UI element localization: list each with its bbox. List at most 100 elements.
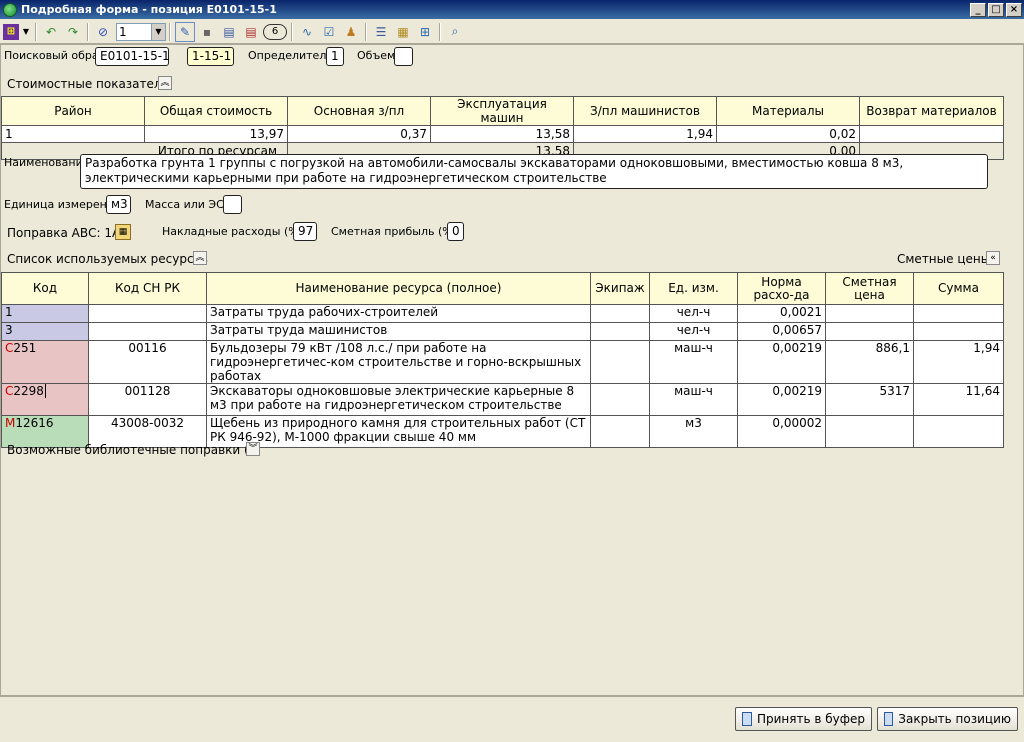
- res-col-name[interactable]: Наименование ресурса (полное): [206, 272, 591, 305]
- res-sum[interactable]: [913, 415, 1004, 448]
- pen-icon[interactable]: ✎: [175, 21, 195, 42]
- report-icon[interactable]: ▤: [241, 22, 261, 42]
- res-col-crew[interactable]: Экипаж: [590, 272, 650, 305]
- res-price[interactable]: 5317: [825, 383, 914, 416]
- res-norm[interactable]: 0,00219: [737, 383, 826, 416]
- res-crew[interactable]: [590, 322, 650, 341]
- res-crew[interactable]: [590, 304, 650, 323]
- tree-icon[interactable]: ⊞: [415, 22, 435, 42]
- res-code-cell[interactable]: 1: [1, 304, 89, 323]
- res-norm[interactable]: 0,00002: [737, 415, 826, 448]
- cost-cell-materials[interactable]: 0,02: [716, 125, 860, 143]
- res-crew[interactable]: [590, 415, 650, 448]
- res-price[interactable]: [825, 415, 914, 448]
- preview-icon[interactable]: ⌕: [445, 22, 465, 42]
- res-unit[interactable]: маш-ч: [649, 383, 738, 416]
- res-col-sum[interactable]: Сумма: [913, 272, 1004, 305]
- res-name[interactable]: Экскаваторы одноковшовые электрические к…: [206, 383, 591, 416]
- res-code-cell[interactable]: С2298: [1, 383, 89, 416]
- res-sn-code[interactable]: [88, 304, 207, 323]
- level-combo[interactable]: 1 ▼: [116, 22, 166, 41]
- checklist-icon[interactable]: ☑: [319, 22, 339, 42]
- cost-col-materials[interactable]: Материалы: [716, 96, 860, 126]
- cost-col-region[interactable]: Район: [1, 96, 145, 126]
- cost-cell-region[interactable]: 1: [1, 125, 145, 143]
- cost-cell-return[interactable]: [859, 125, 1004, 143]
- expand-down-icon[interactable]: ︾: [246, 442, 260, 456]
- res-code-cell[interactable]: 3: [1, 322, 89, 341]
- dropdown-arrow-icon[interactable]: ▼: [21, 22, 31, 42]
- compass-icon[interactable]: ⊘: [93, 22, 113, 42]
- format-icon[interactable]: ⊞: [3, 23, 19, 40]
- mass-field[interactable]: [223, 195, 242, 214]
- res-norm[interactable]: 0,00219: [737, 340, 826, 384]
- res-price[interactable]: [825, 304, 914, 323]
- res-crew[interactable]: [590, 340, 650, 384]
- determinant-field[interactable]: 1: [326, 47, 344, 66]
- res-name[interactable]: Затраты труда машинистов: [206, 322, 591, 341]
- res-price[interactable]: [825, 322, 914, 341]
- res-code-cell[interactable]: С251: [1, 340, 89, 384]
- collapse-up-icon[interactable]: ︽: [158, 76, 172, 90]
- search-field[interactable]: E0101-15-1: [95, 47, 170, 66]
- res-name[interactable]: Щебень из природного камня для строитель…: [206, 415, 591, 448]
- cost-col-return[interactable]: Возврат материалов: [859, 96, 1004, 126]
- res-norm[interactable]: 0,00657: [737, 322, 826, 341]
- table-row[interactable]: 1 Затраты труда рабочих-строителей чел-ч…: [1, 304, 1004, 323]
- users-icon[interactable]: ♟: [341, 22, 361, 42]
- res-sum[interactable]: [913, 304, 1004, 323]
- res-sum[interactable]: 1,94: [913, 340, 1004, 384]
- table-row[interactable]: С251 00116 Бульдозеры 79 кВт /108 л.с./ …: [1, 340, 1004, 384]
- formula-icon[interactable]: ∿: [297, 22, 317, 42]
- database-icon[interactable]: ☰: [371, 22, 391, 42]
- accept-buffer-button[interactable]: Принять в буфер: [735, 707, 872, 731]
- cost-cell-machines[interactable]: 13,58: [430, 125, 574, 143]
- table-row[interactable]: 3 Затраты труда машинистов чел-ч 0,00657: [1, 322, 1004, 341]
- res-norm[interactable]: 0,0021: [737, 304, 826, 323]
- cost-cell-total[interactable]: 13,97: [144, 125, 288, 143]
- cost-col-salary[interactable]: Основная з/пл: [287, 96, 431, 126]
- cost-cell-operators[interactable]: 1,94: [573, 125, 717, 143]
- res-unit[interactable]: чел-ч: [649, 322, 738, 341]
- profit-field[interactable]: 0: [447, 222, 464, 241]
- volume-field[interactable]: [394, 47, 413, 66]
- maximize-button[interactable]: □: [988, 2, 1004, 17]
- res-unit[interactable]: чел-ч: [649, 304, 738, 323]
- res-unit[interactable]: м3: [649, 415, 738, 448]
- comment-icon[interactable]: ▪: [197, 22, 217, 42]
- res-sum[interactable]: [913, 322, 1004, 341]
- document-icon[interactable]: ▤: [219, 22, 239, 42]
- table-row[interactable]: С2298 001128 Экскаваторы одноковшовые эл…: [1, 383, 1004, 416]
- code-field[interactable]: 1-15-1: [187, 47, 234, 66]
- res-price[interactable]: 886,1: [825, 340, 914, 384]
- undo-icon[interactable]: ↶: [41, 22, 61, 42]
- res-col-norm[interactable]: Норма расхо-да: [737, 272, 826, 305]
- close-button[interactable]: ×: [1006, 2, 1022, 17]
- res-sn-code[interactable]: [88, 322, 207, 341]
- collapse-up-icon[interactable]: ︽: [193, 251, 207, 265]
- res-crew[interactable]: [590, 383, 650, 416]
- cost-col-total[interactable]: Общая стоимость: [144, 96, 288, 126]
- collapse-left-icon[interactable]: «: [986, 251, 1000, 265]
- res-sum[interactable]: 11,64: [913, 383, 1004, 416]
- calculator-icon[interactable]: ▦: [393, 22, 413, 42]
- chevron-down-icon[interactable]: ▼: [151, 23, 165, 40]
- res-name[interactable]: Бульдозеры 79 кВт /108 л.с./ при работе …: [206, 340, 591, 384]
- res-col-price[interactable]: Сметная цена: [825, 272, 914, 305]
- overhead-field[interactable]: 97: [293, 222, 317, 241]
- close-position-button[interactable]: Закрыть позицию: [877, 707, 1018, 731]
- cost-col-machines[interactable]: Эксплуатация машин: [430, 96, 574, 126]
- res-col-sn-code[interactable]: Код СН РК: [88, 272, 207, 305]
- name-field[interactable]: Разработка грунта 1 группы с погрузкой н…: [80, 154, 988, 189]
- cost-cell-salary[interactable]: 0,37: [287, 125, 431, 143]
- res-sn-code[interactable]: 001128: [88, 383, 207, 416]
- res-unit[interactable]: маш-ч: [649, 340, 738, 384]
- unit-field[interactable]: м3: [106, 195, 131, 214]
- redo-icon[interactable]: ↷: [63, 22, 83, 42]
- minimize-button[interactable]: _: [970, 2, 986, 17]
- res-col-code[interactable]: Код: [1, 272, 89, 305]
- res-name[interactable]: Затраты труда рабочих-строителей: [206, 304, 591, 323]
- res-col-unit[interactable]: Ед. изм.: [649, 272, 738, 305]
- cost-col-operators[interactable]: З/пл машинистов: [573, 96, 717, 126]
- count-badge[interactable]: 6: [263, 23, 287, 40]
